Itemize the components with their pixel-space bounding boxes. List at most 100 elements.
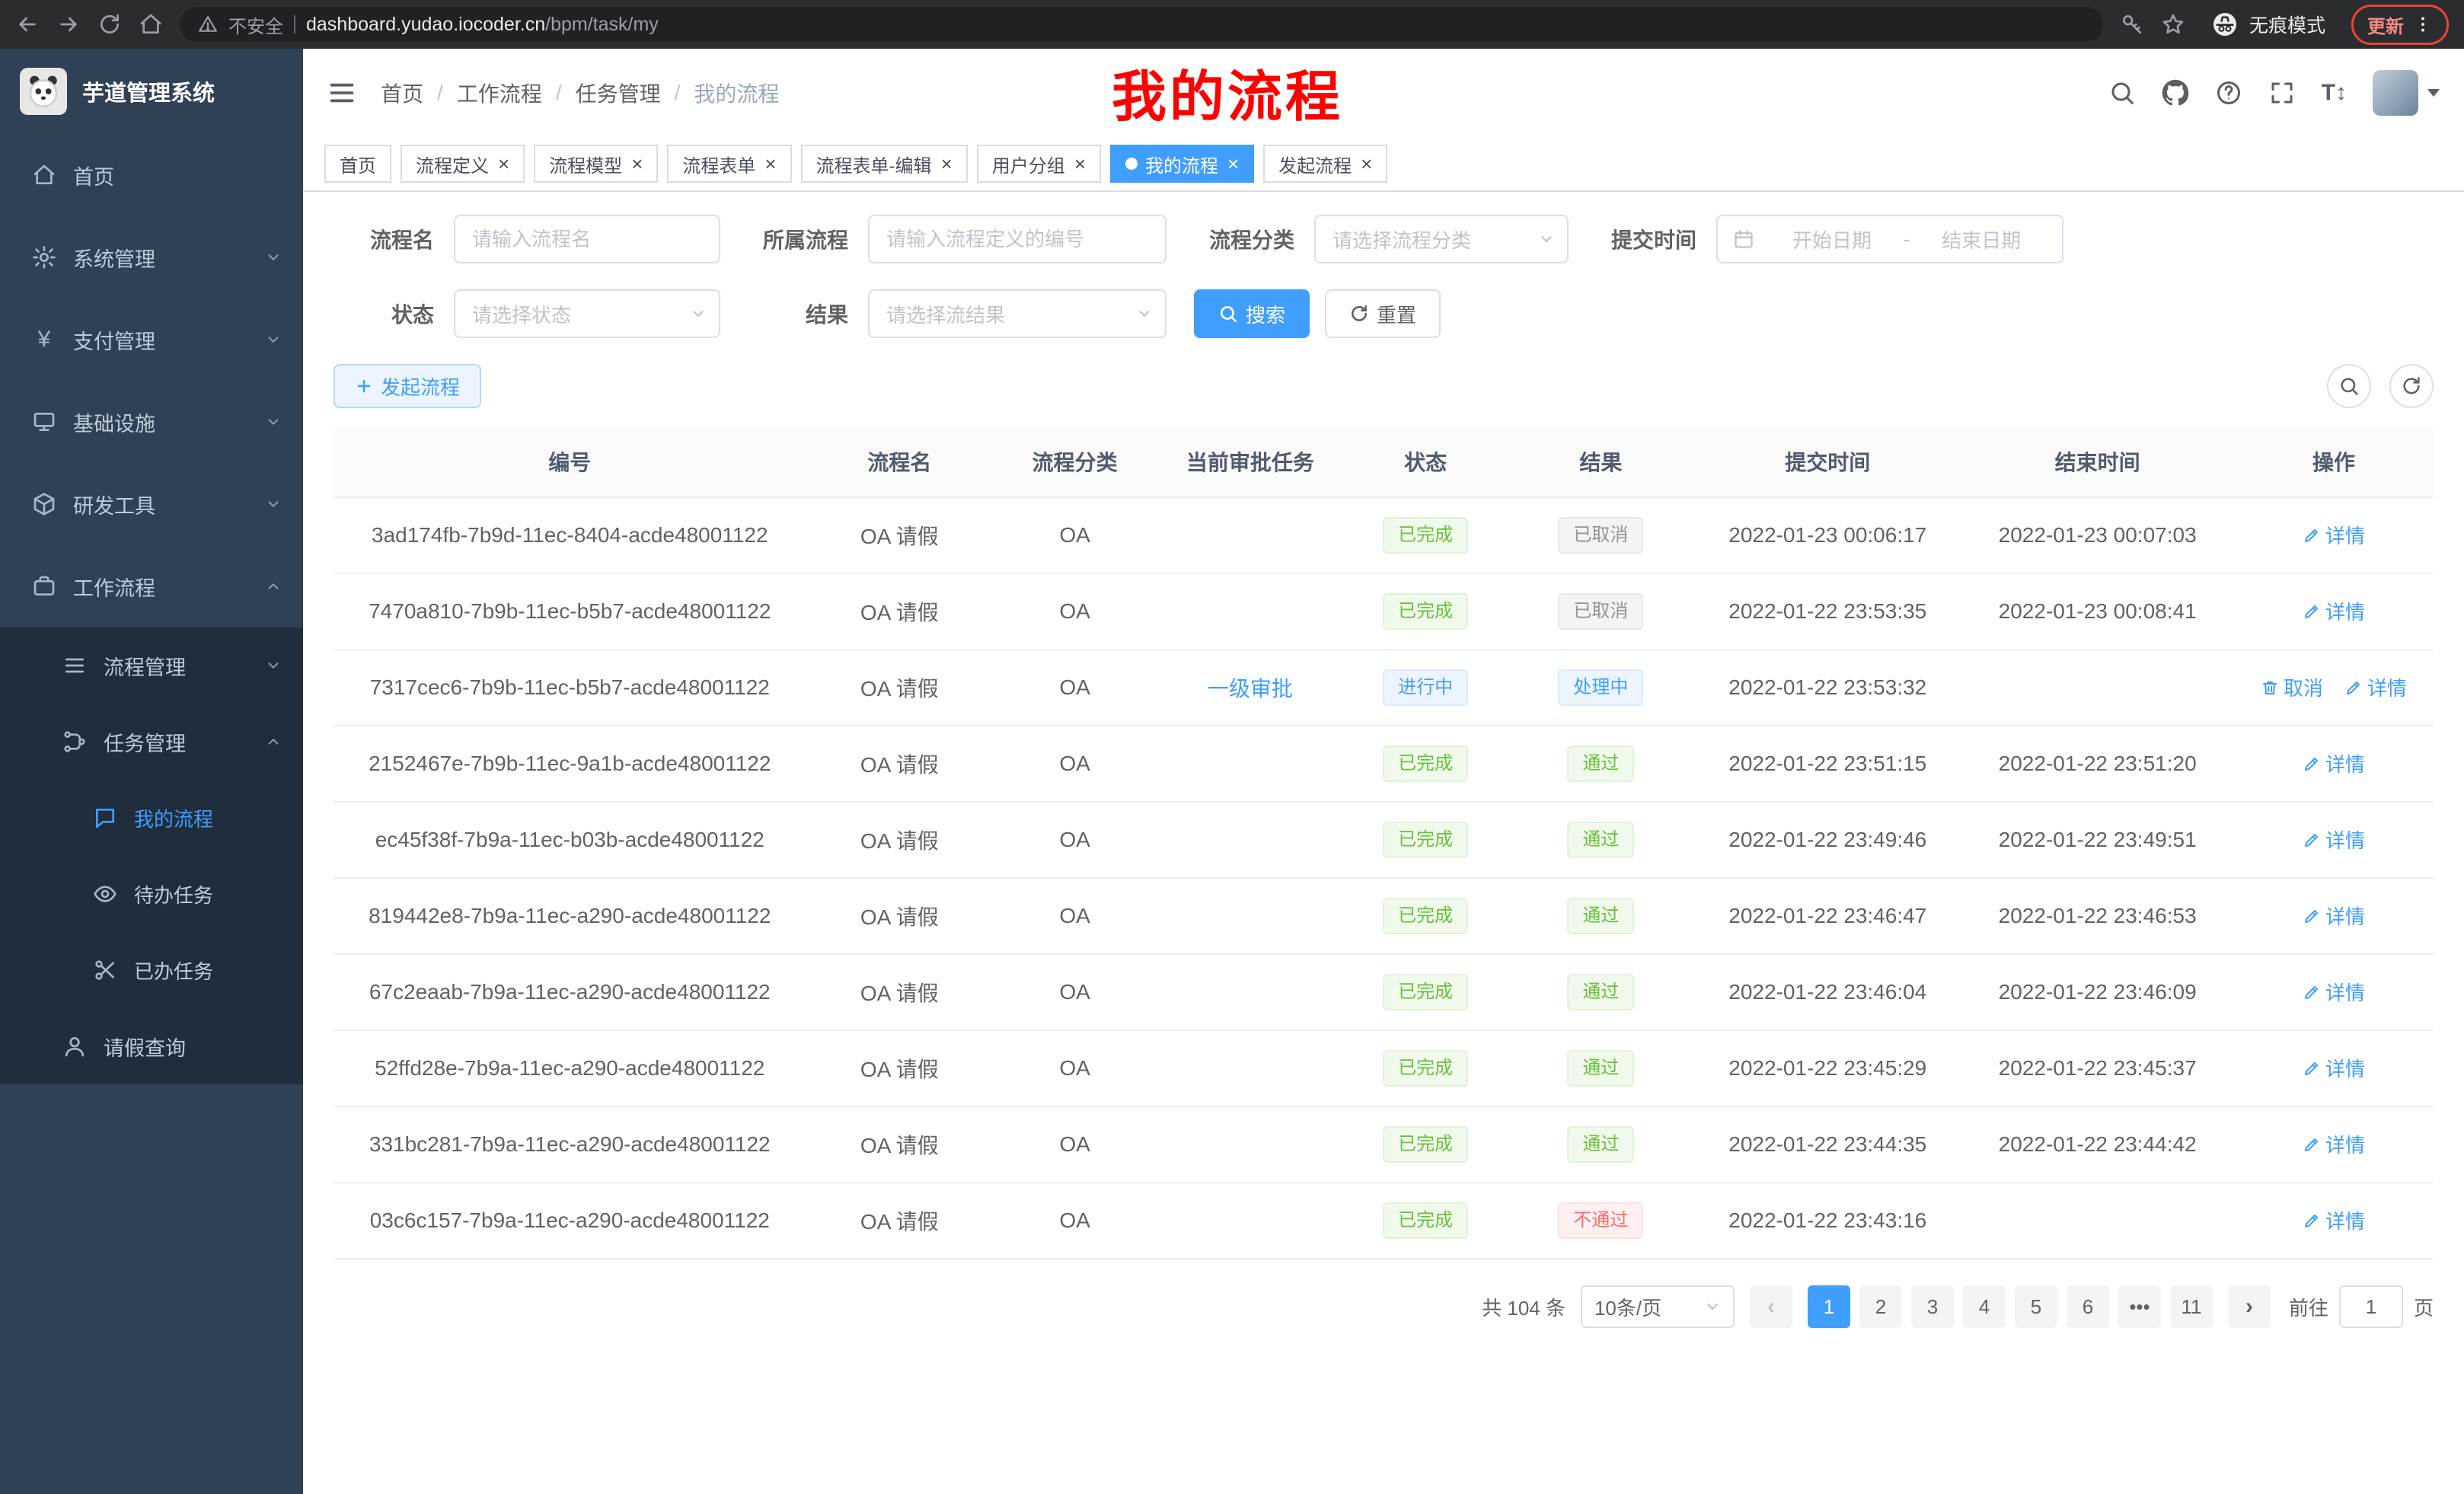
close-icon[interactable]: × xyxy=(498,154,509,174)
page-button-11[interactable]: 11 xyxy=(2170,1285,2213,1328)
sidebar-item-system[interactable]: 系统管理 xyxy=(0,216,303,298)
start-process-button[interactable]: 发起流程 xyxy=(334,364,481,408)
date-range-picker[interactable]: 开始日期 - 结束日期 xyxy=(1716,215,2063,263)
sidebar-item-my-process[interactable]: 我的流程 xyxy=(0,780,303,856)
sidebar-item-workflow[interactable]: 工作流程 xyxy=(0,545,303,627)
reload-icon[interactable] xyxy=(97,12,122,37)
next-page-button[interactable]: › xyxy=(2228,1285,2271,1328)
page-button-3[interactable]: 3 xyxy=(1911,1285,1954,1328)
sidebar-item-home[interactable]: 首页 xyxy=(0,134,303,216)
breadcrumb-item[interactable]: 工作流程 xyxy=(457,78,542,108)
cancel-link[interactable]: 取消 xyxy=(2261,673,2323,701)
screen: 不安全 dashboard.yudao.iocoder.cn/bpm/task/… xyxy=(0,0,2464,1494)
tab-process-form-edit[interactable]: 流程表单-编辑× xyxy=(801,145,968,183)
detail-link[interactable]: 详情 xyxy=(2303,825,2365,854)
address-bar[interactable]: 不安全 dashboard.yudao.iocoder.cn/bpm/task/… xyxy=(180,7,2103,42)
avatar[interactable] xyxy=(2373,70,2418,116)
detail-link[interactable]: 详情 xyxy=(2303,1054,2365,1082)
sidebar-item-done-task[interactable]: 已办任务 xyxy=(0,932,303,1008)
tab-my-process[interactable]: 我的流程× xyxy=(1110,145,1254,183)
close-icon[interactable]: × xyxy=(1361,154,1372,174)
status-tag: 已完成 xyxy=(1383,745,1468,782)
star-icon[interactable] xyxy=(2161,12,2185,37)
breadcrumb-item[interactable]: 首页 xyxy=(381,78,423,108)
user-menu[interactable] xyxy=(2373,70,2440,116)
goto-page-input[interactable] xyxy=(2339,1285,2403,1328)
row-current-task xyxy=(1157,1062,1343,1074)
page-size-select[interactable]: 10条/页 xyxy=(1581,1285,1735,1328)
tab-home[interactable]: 首页 xyxy=(324,145,391,183)
refresh-table-button[interactable] xyxy=(2389,364,2434,408)
total-count: 共 104 条 xyxy=(1482,1293,1566,1321)
close-icon[interactable]: × xyxy=(631,154,643,174)
page-button-5[interactable]: 5 xyxy=(2015,1285,2057,1328)
tab-process-model[interactable]: 流程模型× xyxy=(534,145,658,183)
update-button[interactable]: 更新 xyxy=(2351,5,2449,45)
row-submit-time: 2022-01-22 23:53:32 xyxy=(1694,669,1961,706)
row-submit-time: 2022-01-22 23:43:16 xyxy=(1694,1202,1961,1239)
page-button-6[interactable]: 6 xyxy=(2067,1285,2109,1328)
row-status: 已完成 xyxy=(1344,816,1508,864)
detail-link[interactable]: 详情 xyxy=(2303,749,2365,777)
incognito-chip[interactable]: 无痕模式 xyxy=(2202,8,2335,41)
more-pages-icon[interactable]: ••• xyxy=(2118,1285,2161,1328)
process-name-input[interactable] xyxy=(454,215,720,263)
tab-process-form[interactable]: 流程表单× xyxy=(667,145,791,183)
detail-link[interactable]: 详情 xyxy=(2344,673,2407,701)
sidebar-item-infra[interactable]: 基础设施 xyxy=(0,381,303,463)
edit-icon xyxy=(2303,1135,2321,1154)
sidebar-item-leave-query[interactable]: 请假查询 xyxy=(0,1008,303,1084)
result-select[interactable]: 请选择流结果 xyxy=(868,289,1167,338)
fullscreen-icon[interactable] xyxy=(2268,79,2296,107)
sidebar-item-process-mgmt[interactable]: 流程管理 xyxy=(0,627,303,704)
sidebar-item-task-mgmt[interactable]: 任务管理 xyxy=(0,704,303,780)
back-icon[interactable] xyxy=(15,12,40,37)
reset-button[interactable]: 重置 xyxy=(1325,289,1441,338)
close-icon[interactable]: × xyxy=(764,154,776,174)
sidebar-item-label: 任务管理 xyxy=(104,727,265,757)
menu-dots-icon[interactable] xyxy=(2413,14,2433,34)
sidebar-item-devtools[interactable]: 研发工具 xyxy=(0,463,303,545)
detail-link[interactable]: 详情 xyxy=(2303,1206,2365,1234)
refresh-icon xyxy=(2401,375,2422,397)
sidebar-item-todo-task[interactable]: 待办任务 xyxy=(0,856,303,932)
breadcrumb-item[interactable]: 任务管理 xyxy=(576,78,661,108)
logo-row[interactable]: 芋道管理系统 xyxy=(0,49,303,134)
table-row: 03c6c157-7b9a-11ec-a290-acde48001122OA 请… xyxy=(334,1183,2434,1259)
row-process-name: OA 请假 xyxy=(806,590,993,633)
font-size-icon[interactable]: T↕ xyxy=(2322,81,2347,104)
current-task-link[interactable]: 一级审批 xyxy=(1208,677,1293,701)
close-icon[interactable]: × xyxy=(941,154,953,174)
page-button-1[interactable]: 1 xyxy=(1808,1285,1850,1328)
home-icon[interactable] xyxy=(139,12,163,37)
detail-link[interactable]: 详情 xyxy=(2303,902,2365,930)
search-button[interactable]: 搜索 xyxy=(1194,289,1310,338)
help-icon[interactable] xyxy=(2215,79,2242,107)
close-icon[interactable]: × xyxy=(1074,154,1086,174)
page-button-4[interactable]: 4 xyxy=(1963,1285,2006,1328)
tab-start-process[interactable]: 发起流程× xyxy=(1263,145,1387,183)
detail-link[interactable]: 详情 xyxy=(2303,597,2365,625)
close-icon[interactable]: × xyxy=(1227,154,1239,174)
tab-user-group[interactable]: 用户分组× xyxy=(977,145,1101,183)
toggle-search-button[interactable] xyxy=(2327,364,2371,408)
column-header: 操作 xyxy=(2234,426,2434,496)
status-select[interactable]: 请选择状态 xyxy=(454,289,720,338)
prev-page-button[interactable]: ‹ xyxy=(1750,1285,1792,1328)
sidebar-item-payment[interactable]: ¥支付管理 xyxy=(0,298,303,381)
detail-link[interactable]: 详情 xyxy=(2303,521,2365,549)
address-separator xyxy=(294,15,295,34)
key-icon[interactable] xyxy=(2120,12,2144,37)
hamburger-icon[interactable] xyxy=(327,78,356,107)
column-header: 状态 xyxy=(1344,426,1508,496)
table-row: 2152467e-7b9b-11ec-9a1b-acde48001122OA 请… xyxy=(334,726,2434,803)
search-icon[interactable] xyxy=(2108,79,2136,107)
process-id-input[interactable] xyxy=(868,215,1167,263)
tab-process-definition[interactable]: 流程定义× xyxy=(401,145,525,183)
page-button-2[interactable]: 2 xyxy=(1859,1285,1902,1328)
detail-link[interactable]: 详情 xyxy=(2303,1130,2365,1158)
github-icon[interactable] xyxy=(2162,79,2189,107)
category-select[interactable]: 请选择流程分类 xyxy=(1314,215,1569,263)
forward-icon[interactable] xyxy=(56,12,81,37)
detail-link[interactable]: 详情 xyxy=(2303,978,2365,1006)
